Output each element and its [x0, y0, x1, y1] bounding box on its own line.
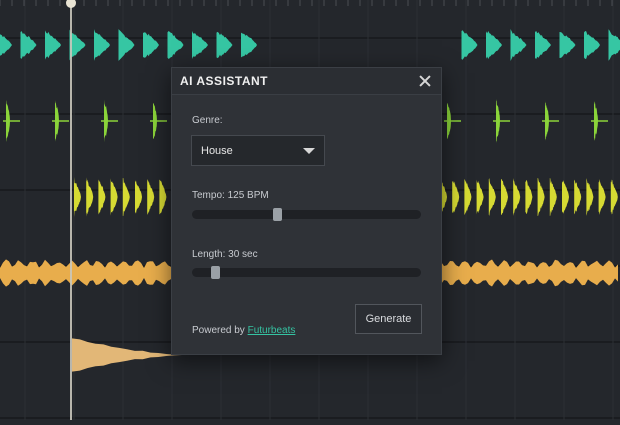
tempo-slider[interactable] — [192, 208, 421, 221]
generate-button[interactable]: Generate — [355, 304, 422, 334]
dialog-header: AI ASSISTANT — [172, 68, 441, 95]
dialog-title: AI ASSISTANT — [180, 74, 269, 88]
length-label: Length: 30 sec — [192, 249, 258, 260]
chevron-down-icon — [303, 148, 315, 154]
genre-select[interactable]: House — [191, 135, 325, 166]
genre-label: Genre: — [192, 115, 223, 126]
futurbeats-link[interactable]: Futurbeats — [248, 325, 296, 336]
powered-by-text: Powered by Futurbeats — [192, 325, 295, 336]
tempo-slider-thumb[interactable] — [272, 208, 282, 221]
length-slider[interactable] — [192, 266, 421, 279]
playhead-line[interactable] — [70, 0, 72, 420]
powered-prefix: Powered by — [192, 325, 248, 336]
ai-assistant-dialog: AI ASSISTANT Genre: House Tempo: 125 BPM… — [171, 67, 442, 355]
genre-select-value: House — [201, 145, 233, 157]
tempo-label: Tempo: 125 BPM — [192, 190, 269, 201]
close-icon[interactable] — [417, 73, 433, 89]
length-slider-thumb[interactable] — [210, 266, 220, 279]
